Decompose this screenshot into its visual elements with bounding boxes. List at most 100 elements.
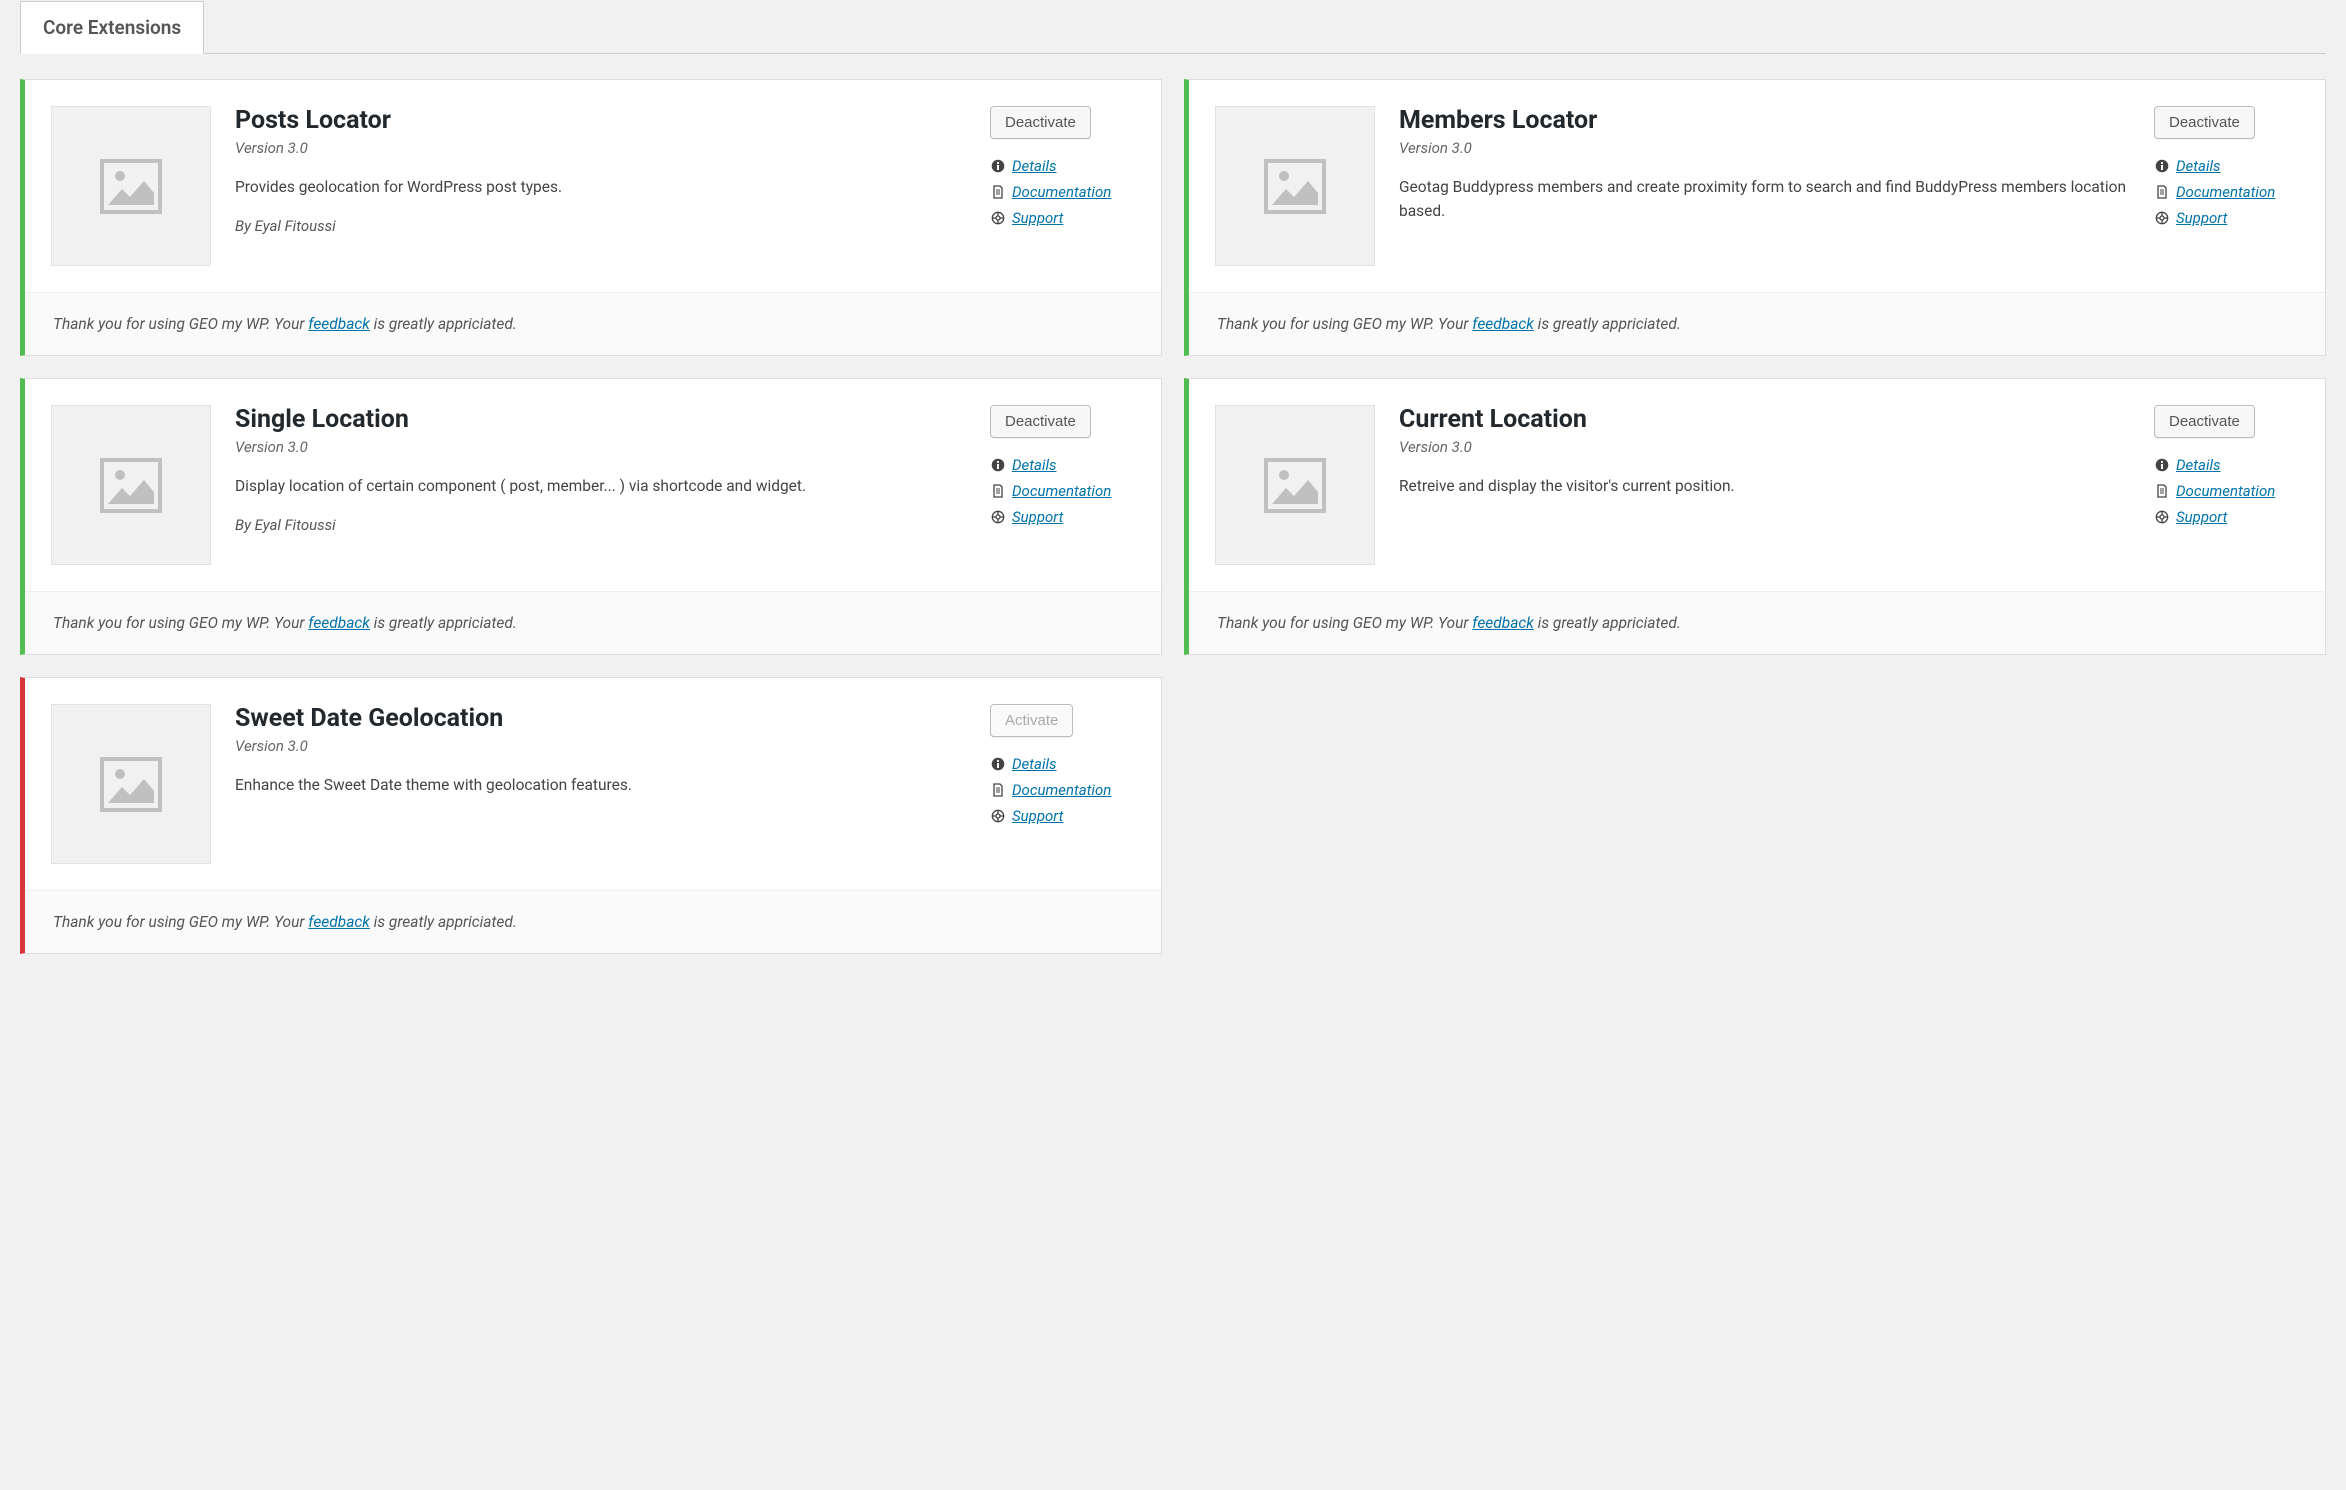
footer-text-post: is greatly appriciated. (1534, 315, 1681, 333)
info-block: Current Location Version 3.0 Retreive an… (1399, 405, 2130, 516)
card-body: Members Locator Version 3.0 Geotag Buddy… (1189, 80, 2325, 292)
documentation-row: Documentation (2154, 183, 2275, 201)
documentation-row: Documentation (990, 482, 1111, 500)
extension-title: Sweet Date Geolocation (235, 704, 966, 733)
support-row: Support (2154, 508, 2227, 526)
document-icon (2154, 184, 2170, 200)
tab-core-extensions[interactable]: Core Extensions (20, 1, 204, 54)
deactivate-button[interactable]: Deactivate (990, 405, 1091, 438)
extension-card-2: Single Location Version 3.0 Display loca… (20, 378, 1162, 655)
support-link[interactable]: Support (1012, 807, 1063, 825)
thumbnail-placeholder (51, 405, 211, 565)
image-placeholder-icon (1264, 159, 1326, 214)
details-row: Details (990, 755, 1057, 773)
document-icon (990, 782, 1006, 798)
image-placeholder-icon (100, 458, 162, 513)
info-icon (990, 158, 1006, 174)
feedback-link[interactable]: feedback (1472, 315, 1534, 333)
extension-title: Members Locator (1399, 106, 2130, 135)
details-row: Details (990, 456, 1057, 474)
extension-card-1: Members Locator Version 3.0 Geotag Buddy… (1184, 79, 2326, 356)
documentation-link[interactable]: Documentation (1012, 183, 1111, 201)
documentation-row: Documentation (990, 183, 1111, 201)
details-link[interactable]: Details (1012, 755, 1057, 773)
support-row: Support (2154, 209, 2227, 227)
details-link[interactable]: Details (1012, 456, 1057, 474)
actions-block: Deactivate Details Documentation (990, 106, 1135, 231)
details-row: Details (2154, 157, 2221, 175)
document-icon (990, 184, 1006, 200)
feedback-link[interactable]: feedback (308, 315, 370, 333)
details-row: Details (990, 157, 1057, 175)
support-icon (2154, 210, 2170, 226)
footer-text-pre: Thank you for using GEO my WP. Your (1217, 315, 1472, 333)
feedback-link[interactable]: feedback (308, 614, 370, 632)
extension-version: Version 3.0 (235, 737, 966, 755)
extension-version: Version 3.0 (235, 438, 966, 456)
info-block: Posts Locator Version 3.0 Provides geolo… (235, 106, 966, 235)
footer-text-pre: Thank you for using GEO my WP. Your (53, 913, 308, 931)
documentation-row: Documentation (990, 781, 1111, 799)
deactivate-button[interactable]: Deactivate (2154, 106, 2255, 139)
footer-text-pre: Thank you for using GEO my WP. Your (53, 315, 308, 333)
feedback-link[interactable]: feedback (1472, 614, 1534, 632)
support-icon (990, 509, 1006, 525)
support-icon (990, 210, 1006, 226)
activate-button[interactable]: Activate (990, 704, 1073, 737)
footer-text-post: is greatly appriciated. (370, 315, 517, 333)
info-icon (990, 457, 1006, 473)
extension-description: Display location of certain component ( … (235, 474, 966, 498)
details-row: Details (2154, 456, 2221, 474)
support-link[interactable]: Support (1012, 209, 1063, 227)
image-placeholder-icon (100, 159, 162, 214)
deactivate-button[interactable]: Deactivate (990, 106, 1091, 139)
details-link[interactable]: Details (1012, 157, 1057, 175)
support-row: Support (990, 209, 1063, 227)
documentation-link[interactable]: Documentation (1012, 482, 1111, 500)
documentation-link[interactable]: Documentation (2176, 482, 2275, 500)
card-body: Current Location Version 3.0 Retreive an… (1189, 379, 2325, 591)
support-link[interactable]: Support (1012, 508, 1063, 526)
card-body: Posts Locator Version 3.0 Provides geolo… (25, 80, 1161, 292)
footer-text-post: is greatly appriciated. (370, 614, 517, 632)
support-link[interactable]: Support (2176, 209, 2227, 227)
support-icon (990, 808, 1006, 824)
support-row: Support (990, 807, 1063, 825)
extension-card-3: Current Location Version 3.0 Retreive an… (1184, 378, 2326, 655)
support-link[interactable]: Support (2176, 508, 2227, 526)
details-link[interactable]: Details (2176, 456, 2221, 474)
documentation-link[interactable]: Documentation (2176, 183, 2275, 201)
extension-author: By Eyal Fitoussi (235, 217, 966, 235)
footer-text-post: is greatly appriciated. (1534, 614, 1681, 632)
info-block: Sweet Date Geolocation Version 3.0 Enhan… (235, 704, 966, 815)
card-footer: Thank you for using GEO my WP. Your feed… (25, 292, 1161, 355)
actions-block: Activate Details Documentation (990, 704, 1135, 829)
details-link[interactable]: Details (2176, 157, 2221, 175)
extension-card-0: Posts Locator Version 3.0 Provides geolo… (20, 79, 1162, 356)
thumbnail-placeholder (1215, 106, 1375, 266)
footer-text-pre: Thank you for using GEO my WP. Your (53, 614, 308, 632)
feedback-link[interactable]: feedback (308, 913, 370, 931)
card-body: Single Location Version 3.0 Display loca… (25, 379, 1161, 591)
extension-title: Single Location (235, 405, 966, 434)
info-icon (2154, 158, 2170, 174)
extension-card-4: Sweet Date Geolocation Version 3.0 Enhan… (20, 677, 1162, 954)
thumbnail-placeholder (51, 106, 211, 266)
extension-version: Version 3.0 (1399, 438, 2130, 456)
documentation-link[interactable]: Documentation (1012, 781, 1111, 799)
card-footer: Thank you for using GEO my WP. Your feed… (25, 890, 1161, 953)
extension-title: Posts Locator (235, 106, 966, 135)
documentation-row: Documentation (2154, 482, 2275, 500)
card-body: Sweet Date Geolocation Version 3.0 Enhan… (25, 678, 1161, 890)
tab-bar: Core Extensions (20, 0, 2326, 54)
card-footer: Thank you for using GEO my WP. Your feed… (1189, 292, 2325, 355)
info-block: Members Locator Version 3.0 Geotag Buddy… (1399, 106, 2130, 241)
document-icon (2154, 483, 2170, 499)
thumbnail-placeholder (51, 704, 211, 864)
extension-description: Enhance the Sweet Date theme with geoloc… (235, 773, 966, 797)
actions-block: Deactivate Details Documentation (2154, 405, 2299, 530)
deactivate-button[interactable]: Deactivate (2154, 405, 2255, 438)
image-placeholder-icon (1264, 458, 1326, 513)
thumbnail-placeholder (1215, 405, 1375, 565)
footer-text-post: is greatly appriciated. (370, 913, 517, 931)
